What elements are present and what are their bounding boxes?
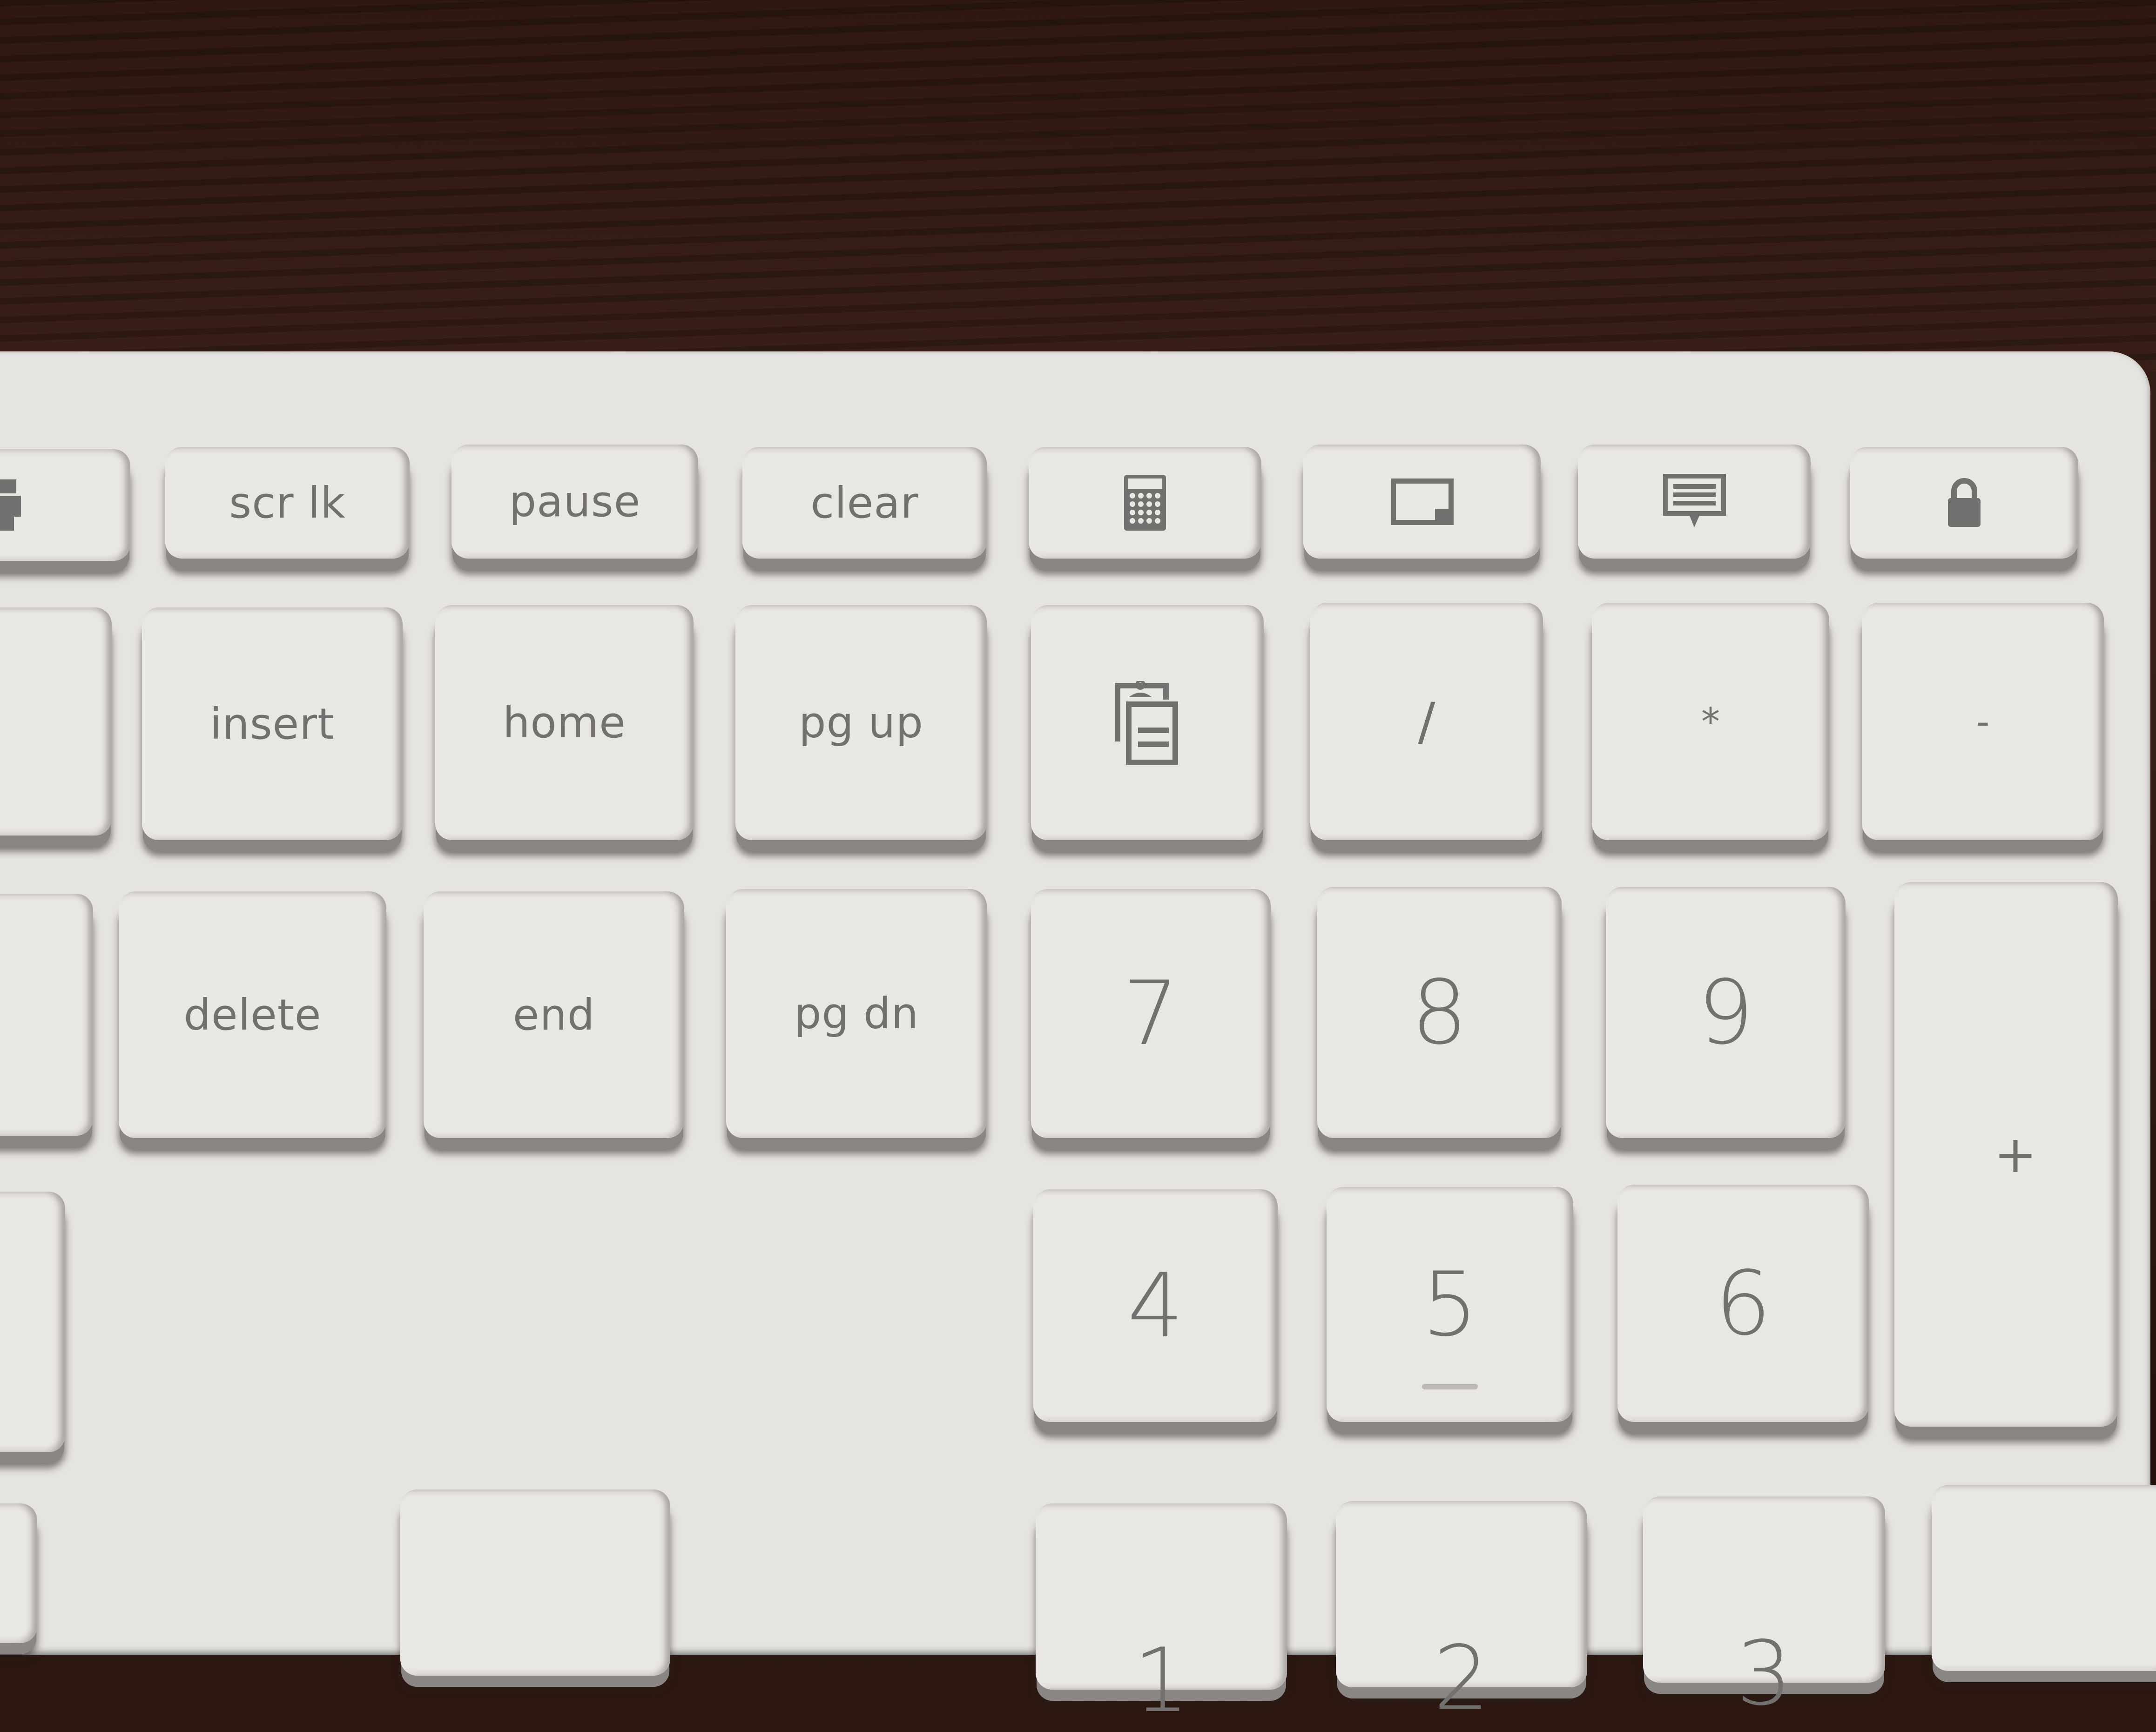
num5-key[interactable]: 5 xyxy=(1327,1187,1573,1422)
home-label: home xyxy=(503,698,626,748)
pause-key[interactable]: pause xyxy=(451,445,698,559)
multiply-key[interactable]: * xyxy=(1592,603,1829,840)
insert-key[interactable]: insert xyxy=(142,607,403,840)
num3-label: 3 xyxy=(1736,1622,1792,1725)
calculator-icon xyxy=(1124,475,1166,531)
num4-key[interactable]: 4 xyxy=(1033,1189,1278,1422)
num2-label: 2 xyxy=(1433,1626,1490,1730)
lock-key[interactable] xyxy=(1850,447,2078,559)
num2-key[interactable]: 2 xyxy=(1336,1501,1587,1730)
clear-label: clear xyxy=(810,478,919,528)
num6-label: 6 xyxy=(1715,1252,1772,1355)
shift-edge-key[interactable] xyxy=(0,1192,65,1452)
num1-label: 1 xyxy=(1133,1629,1190,1732)
page-up-key[interactable]: pg up xyxy=(735,605,987,840)
divide-label: / xyxy=(1418,692,1435,751)
lock-icon xyxy=(1948,478,1981,527)
spacebar-region-key[interactable] xyxy=(400,1489,670,1676)
window-snip-icon xyxy=(1390,478,1454,525)
scroll-lock-label: scr lk xyxy=(229,478,346,528)
print-screen-key[interactable] xyxy=(0,449,130,561)
pause-label: pause xyxy=(509,477,641,526)
num9-label: 9 xyxy=(1698,961,1754,1064)
delete-label: delete xyxy=(183,990,322,1040)
message-key[interactable] xyxy=(1578,445,1811,559)
subtract-label: - xyxy=(1976,700,1990,743)
wood-desk xyxy=(0,0,2156,372)
num3-key[interactable]: 3 xyxy=(1643,1496,1885,1725)
num9-key[interactable]: 9 xyxy=(1606,887,1846,1138)
num4-label: 4 xyxy=(1127,1254,1184,1357)
num7-label: 7 xyxy=(1123,962,1179,1065)
num7-key[interactable]: 7 xyxy=(1031,889,1271,1138)
end-key[interactable]: end xyxy=(424,891,684,1138)
enter-edge-key[interactable] xyxy=(0,894,93,1136)
num6-key[interactable]: 6 xyxy=(1617,1185,1869,1422)
page-up-label: pg up xyxy=(799,698,923,748)
num8-label: 8 xyxy=(1411,961,1468,1064)
clipboard-key[interactable] xyxy=(1031,605,1264,840)
clipboard-icon xyxy=(1115,681,1178,765)
num8-key[interactable]: 8 xyxy=(1317,887,1562,1138)
add-key[interactable]: + xyxy=(1894,882,2118,1427)
multiply-label: * xyxy=(1701,700,1720,743)
enter-numpad-key[interactable] xyxy=(1932,1485,2156,1671)
snip-key[interactable] xyxy=(1303,445,1541,559)
divide-key[interactable]: / xyxy=(1310,603,1543,840)
num5-label: 5 xyxy=(1422,1253,1478,1356)
num1-key[interactable]: 1 xyxy=(1036,1503,1287,1732)
ctrl-edge-key[interactable] xyxy=(0,1503,37,1643)
home-row-bump xyxy=(1422,1384,1478,1389)
scroll-lock-key[interactable]: scr lk xyxy=(165,447,410,559)
add-label: + xyxy=(1994,1125,2037,1184)
clear-key[interactable]: clear xyxy=(742,447,987,559)
insert-label: insert xyxy=(209,699,335,749)
delete-key[interactable]: delete xyxy=(119,891,386,1138)
end-label: end xyxy=(512,990,595,1040)
backspace-edge-key[interactable]: — xyxy=(0,607,112,836)
message-icon xyxy=(1663,473,1726,527)
subtract-key[interactable]: - xyxy=(1862,603,2104,840)
page-down-label: pg dn xyxy=(794,989,919,1038)
calculator-key[interactable] xyxy=(1029,447,1261,559)
printer-icon xyxy=(0,479,21,531)
home-key[interactable]: home xyxy=(435,605,694,840)
page-down-key[interactable]: pg dn xyxy=(726,889,987,1138)
